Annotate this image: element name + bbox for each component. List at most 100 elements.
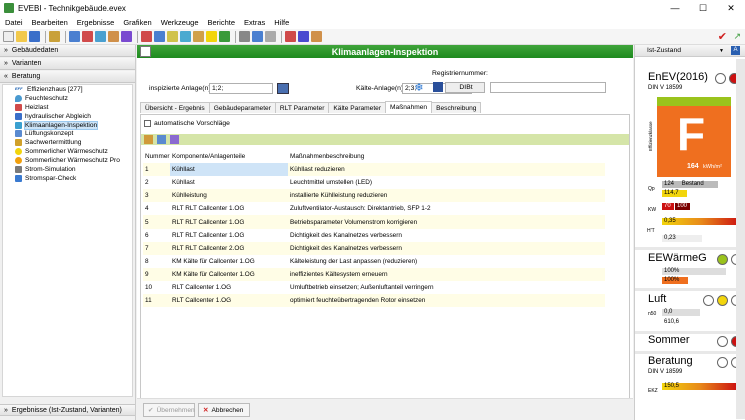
anlagen-input[interactable]: 1;2; — [209, 83, 273, 94]
sun-icon[interactable] — [206, 31, 217, 42]
beratung-title: Beratung — [648, 355, 693, 367]
table-row[interactable]: 9 KM Kälte für Callcenter 1.OG ineffizient… — [143, 267, 605, 281]
tab-rlt-parameter[interactable]: RLT Parameter — [274, 102, 330, 113]
tree-item-stromspar-check[interactable]: Stromspar-Check — [3, 174, 132, 183]
table-row[interactable]: 7 RLT RLT Callcenter 2.OG Dichtigkeit des … — [143, 241, 605, 255]
section-varianten[interactable]: » Varianten — [0, 58, 135, 70]
calculate-icon[interactable] — [285, 31, 296, 42]
cooling-icon[interactable] — [180, 31, 191, 42]
walls-icon[interactable] — [95, 31, 106, 42]
check-icon[interactable]: ✔ — [718, 30, 727, 43]
table-row[interactable]: 1 Kühllast Kühllast reduzieren — [143, 163, 605, 177]
consult-icon[interactable] — [311, 31, 322, 42]
snowflake-icon[interactable]: ❄ — [412, 82, 426, 95]
new-file-icon[interactable] — [3, 31, 14, 42]
zones-icon[interactable] — [82, 31, 93, 42]
copy-icon[interactable] — [170, 135, 179, 144]
lightning-icon — [15, 174, 22, 182]
lighting-icon[interactable] — [193, 31, 204, 42]
windows-icon[interactable] — [121, 31, 132, 42]
tab-gebaeudeparameter[interactable]: Gebäudeparameter — [208, 102, 276, 113]
table-row[interactable]: 4 RLT RLT Callcenter 1.OG Zuluftventilator… — [143, 202, 605, 215]
table-row[interactable]: 11 RLT Callcenter 1.OG optimiert feuchteüb… — [143, 294, 605, 308]
tree-item-sommerlicher-waermeschutz[interactable]: Sommerlicher Wärmeschutz — [3, 147, 132, 156]
heating-icon[interactable] — [141, 31, 152, 42]
effizienzklasse-label: Effizienzklasse — [648, 121, 653, 151]
tree-item-effizienzhaus[interactable]: EFF Effizienzhaus [277] — [3, 85, 132, 94]
massnahmen-table: Nummer Komponente/Anlagenteile Maßnahmen… — [143, 150, 605, 308]
tree-item-sachwertermittlung[interactable]: Sachwertermittlung — [3, 138, 132, 147]
status-selector[interactable]: Ist-Zustand ▼ A — [635, 45, 745, 57]
section-ergebnisse[interactable]: » Ergebnisse (Ist-Zustand, Varianten) — [0, 404, 135, 416]
tree-item-feuchteschutz[interactable]: Feuchteschutz — [3, 94, 132, 103]
tab-beschreibung[interactable]: Beschreibung — [431, 102, 482, 113]
menu-bearbeiten[interactable]: Bearbeiten — [32, 18, 68, 27]
table-row[interactable]: 6 RLT RLT Callcenter 1.OG Dichtigkeit des … — [143, 229, 605, 242]
sort-icon[interactable] — [157, 135, 166, 144]
minimize-button[interactable]: — — [661, 0, 689, 16]
droplet-icon — [15, 94, 22, 102]
a-badge-icon[interactable]: A — [731, 46, 740, 55]
export-icon[interactable] — [265, 31, 276, 42]
table-row[interactable]: 3 Kühlleistung installierte Kühlleistung r… — [143, 189, 605, 203]
menu-grafiken[interactable]: Grafiken — [123, 18, 151, 27]
menu-werkzeuge[interactable]: Werkzeuge — [161, 18, 199, 27]
table-row[interactable]: 2 Kühllast Leuchtmittel umstellen (LED) — [143, 176, 605, 189]
save-icon[interactable] — [29, 31, 40, 42]
left-panel: » Gebäudedaten » Varianten «Beratung EFF Ef… — [0, 45, 136, 420]
add-row-icon[interactable] — [144, 135, 153, 144]
column-header[interactable]: Maßnahmenbeschreibung — [288, 150, 605, 163]
ht-label: H'T — [647, 228, 655, 234]
section-gebaeudedaten[interactable]: » Gebäudedaten — [0, 45, 135, 57]
variants-icon[interactable] — [298, 31, 309, 42]
sommer-light-neutral — [717, 336, 728, 347]
tab-massnahmen[interactable]: Maßnahmen — [385, 101, 433, 113]
anlagen-select-icon[interactable] — [277, 83, 289, 94]
table-row[interactable]: 8 KM Kälte für Callcenter 1.OG Kälteleistu… — [143, 255, 605, 268]
column-header[interactable]: Nummer — [143, 150, 170, 163]
report-icon[interactable] — [252, 31, 263, 42]
hotwater-icon[interactable] — [154, 31, 165, 42]
menu-hilfe[interactable]: Hilfe — [274, 18, 289, 27]
tree-item-lueftungskonzept[interactable]: Lüftungskonzept — [3, 129, 132, 138]
qp-label: Qp — [648, 186, 655, 192]
dibt-logo-icon — [433, 82, 443, 92]
roof-icon[interactable] — [108, 31, 119, 42]
luft-light-neutral — [703, 295, 714, 306]
pipe-icon — [15, 112, 22, 120]
menu-datei[interactable]: Datei — [5, 18, 23, 27]
auto-checkbox[interactable] — [144, 120, 151, 127]
section-beratung[interactable]: «Beratung — [0, 71, 135, 83]
abbrechen-button[interactable]: ✕ Abbrechen — [198, 403, 250, 417]
tree-item-hydraulischer-abgleich[interactable]: hydraulischer Abgleich — [3, 112, 132, 121]
pv-icon[interactable] — [219, 31, 230, 42]
building-icon[interactable] — [69, 31, 80, 42]
snowflake-icon — [15, 121, 22, 129]
wizard-icon[interactable] — [49, 31, 60, 42]
right-scrollbar[interactable] — [736, 59, 745, 419]
tree-item-klimaanlagen-inspektion[interactable]: Klimaanlagen-Inspektion — [3, 120, 132, 130]
tab-uebersicht[interactable]: Übersicht - Ergebnis — [140, 102, 210, 113]
trend-icon[interactable]: ↗ — [733, 31, 741, 42]
plug-icon — [15, 165, 22, 173]
table-row[interactable]: 10 RLT Callcenter 1.OG Umluftbetrieb einse… — [143, 281, 605, 294]
ht-bar-2: 0,23 — [662, 235, 702, 242]
menu-ergebnisse[interactable]: Ergebnisse — [77, 18, 115, 27]
uebernehmen-button[interactable]: ✔ Übernehmen — [143, 403, 195, 417]
tab-kaelte-parameter[interactable]: Kälte Parameter — [328, 102, 387, 113]
column-header[interactable]: Komponente/Anlagenteile — [170, 150, 288, 163]
print-icon[interactable] — [239, 31, 250, 42]
dibt-button[interactable]: DIBt — [445, 82, 485, 93]
registriernummer-input[interactable] — [490, 82, 606, 93]
tree-item-strom-simulation[interactable]: Strom-Simulation — [3, 165, 132, 174]
menu-extras[interactable]: Extras — [244, 18, 265, 27]
open-folder-icon[interactable] — [16, 31, 27, 42]
table-row[interactable]: 5 RLT RLT Callcenter 1.OG Betriebsparamete… — [143, 215, 605, 229]
maximize-button[interactable]: ☐ — [689, 0, 717, 16]
ventilation-icon[interactable] — [167, 31, 178, 42]
menu-berichte[interactable]: Berichte — [207, 18, 235, 27]
tree-item-heizlast[interactable]: Heizlast — [3, 103, 132, 112]
tree-item-sommerlicher-waermeschutz-pro[interactable]: Sommerlicher Wärmeschutz Pro — [3, 156, 132, 165]
close-button[interactable]: ✕ — [717, 0, 745, 16]
panel-icon[interactable] — [140, 46, 151, 57]
